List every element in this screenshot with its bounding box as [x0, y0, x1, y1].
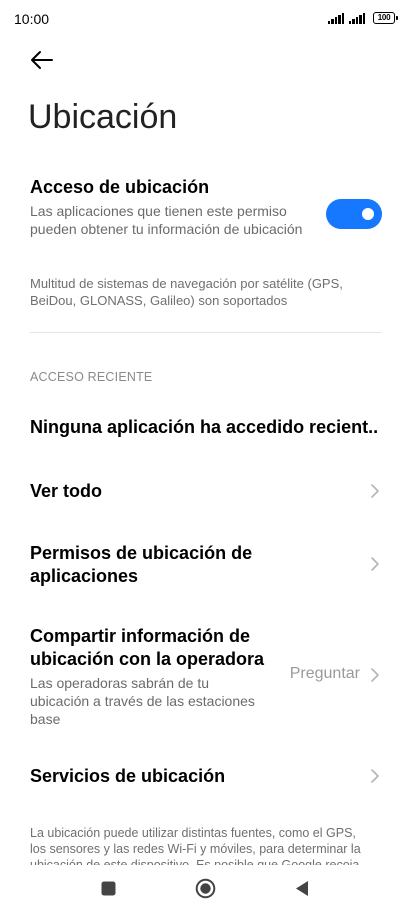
recents-button[interactable]: [101, 881, 116, 896]
signal-icon-2: [349, 13, 365, 24]
battery-level: 100: [377, 13, 391, 22]
app-location-permissions-row[interactable]: Permisos de ubicación de aplicaciones: [30, 542, 382, 588]
chevron-right-icon: [371, 557, 379, 571]
status-time: 10:00: [14, 11, 50, 27]
page-title: Ubicación: [28, 98, 178, 136]
location-access-description: Las aplicaciones que tienen este permiso…: [30, 203, 303, 237]
location-access-toggle[interactable]: [326, 199, 382, 229]
carrier-location-sharing-row[interactable]: Compartir información de ubicación con l…: [30, 625, 382, 728]
location-access-title: Acceso de ubicación: [30, 177, 210, 197]
location-services-row[interactable]: Servicios de ubicación: [30, 765, 382, 788]
location-access-setting[interactable]: Acceso de ubicación Las aplicaciones que…: [30, 177, 382, 238]
recent-access-empty: Ninguna aplicación ha accedido recient..: [30, 416, 382, 439]
divider: [30, 332, 382, 333]
home-button[interactable]: [195, 878, 216, 899]
back-arrow-icon: [31, 51, 53, 69]
app-location-permissions-label: Permisos de ubicación de aplicaciones: [30, 543, 253, 586]
gnss-note: Multitud de sistemas de navegación por s…: [30, 276, 343, 308]
back-button[interactable]: [28, 46, 56, 74]
navigation-bar: [0, 865, 411, 914]
location-services-label: Servicios de ubicación: [30, 766, 226, 786]
battery-icon: 100: [373, 12, 398, 24]
chevron-right-icon: [371, 484, 379, 498]
back-nav-button[interactable]: [295, 880, 309, 897]
status-icons: 100: [328, 12, 398, 24]
toggle-knob: [362, 208, 374, 220]
carrier-location-sharing-title: Compartir información de ubicación con l…: [30, 626, 265, 669]
footer-note: La ubicación puede utilizar distintas fu…: [30, 826, 361, 867]
carrier-location-sharing-subtitle: Las operadoras sabrán de tu ubicación a …: [30, 675, 255, 727]
chevron-right-icon: [371, 769, 379, 783]
signal-icon: [328, 13, 345, 24]
see-all-row[interactable]: Ver todo: [30, 480, 382, 503]
recent-access-empty-text: Ninguna aplicación ha accedido recient..: [30, 417, 379, 437]
chevron-right-icon: [371, 668, 379, 682]
status-bar: 10:00 100: [0, 0, 411, 38]
recent-access-header: ACCESO RECIENTE: [30, 370, 153, 384]
carrier-location-sharing-value: Preguntar: [289, 665, 360, 682]
see-all-label: Ver todo: [30, 481, 103, 501]
